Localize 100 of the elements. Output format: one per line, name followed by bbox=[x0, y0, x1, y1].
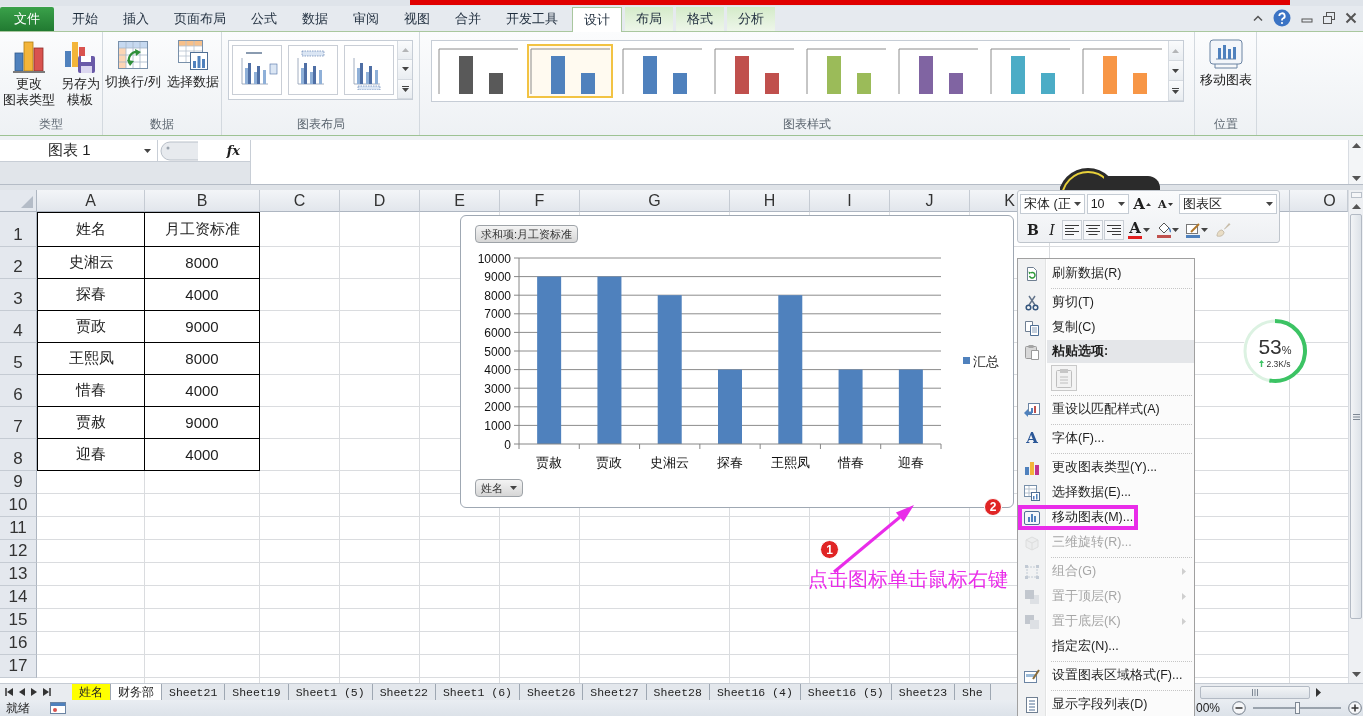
ribbon-button[interactable]: 另存为 模板 bbox=[58, 37, 102, 111]
font-size-dropdown[interactable]: 10 bbox=[1086, 194, 1129, 214]
field-button[interactable]: 求和项:月工资标准 bbox=[475, 225, 579, 243]
menu-item[interactable]: 指定宏(N)... bbox=[1018, 634, 1194, 659]
font-color-button[interactable]: A bbox=[1125, 220, 1153, 240]
macro-record-icon[interactable] bbox=[50, 702, 66, 714]
group-label: 类型 bbox=[38, 116, 64, 133]
sheet-tab[interactable]: Sheet27 bbox=[583, 684, 647, 700]
ribbon-tab[interactable]: 数据 bbox=[291, 7, 339, 31]
fill-color-button[interactable] bbox=[1154, 220, 1182, 240]
font-name-dropdown[interactable]: 宋体 (正 bbox=[1020, 194, 1085, 214]
menu-item[interactable]: 刷新数据(R) bbox=[1018, 261, 1194, 286]
ribbon-button[interactable]: 移动图表 bbox=[1197, 37, 1254, 91]
menu-item[interactable]: 选择数据(E)... bbox=[1018, 480, 1194, 505]
bar[interactable] bbox=[838, 369, 863, 444]
previous-sheet-icon[interactable] bbox=[19, 688, 25, 696]
restore-icon[interactable] bbox=[1323, 12, 1335, 24]
zoom-in-icon[interactable] bbox=[1348, 701, 1362, 715]
ribbon-tab[interactable]: 开发工具 bbox=[495, 7, 569, 31]
caret-up-icon[interactable] bbox=[1253, 15, 1263, 21]
vertical-scrollbar[interactable] bbox=[1348, 190, 1363, 683]
bar[interactable] bbox=[597, 276, 622, 444]
bold-button[interactable]: B bbox=[1024, 220, 1042, 240]
zoom-level[interactable]: 00% bbox=[1196, 701, 1228, 715]
sheet-tab[interactable]: Sheet21 bbox=[162, 684, 226, 700]
chart-element-dropdown[interactable]: 图表区 bbox=[1179, 194, 1277, 214]
italic-button[interactable]: I bbox=[1043, 220, 1061, 240]
menu-item[interactable]: 重设以匹配样式(A) bbox=[1018, 397, 1194, 422]
name-box[interactable]: 图表 1 bbox=[0, 140, 158, 161]
ribbon-button[interactable]: 切换行/列 bbox=[103, 37, 163, 93]
sheet-tab[interactable]: 姓名 bbox=[72, 684, 111, 700]
ribbon-button[interactable]: 选择数据 bbox=[164, 37, 221, 93]
ribbon-tab[interactable]: 格式 bbox=[676, 7, 724, 31]
sheet-tab[interactable]: 财务部 bbox=[111, 684, 162, 700]
ribbon-tab[interactable]: 文件 bbox=[0, 7, 54, 31]
arrow-up-icon[interactable] bbox=[1351, 143, 1361, 148]
arrow-right-icon[interactable] bbox=[1316, 687, 1321, 697]
chart-layout-option[interactable] bbox=[232, 45, 282, 95]
arrow-down-icon[interactable] bbox=[1351, 672, 1361, 677]
last-sheet-icon[interactable] bbox=[43, 688, 51, 696]
gallery-more-button[interactable] bbox=[1168, 81, 1183, 101]
slider-thumb[interactable] bbox=[1295, 702, 1300, 714]
formula-bar-scroll[interactable] bbox=[1348, 140, 1363, 184]
ribbon-tab[interactable]: 视图 bbox=[393, 7, 441, 31]
ribbon-tab[interactable]: 开始 bbox=[61, 7, 109, 31]
ribbon-tab[interactable]: 公式 bbox=[240, 7, 288, 31]
menu-item[interactable]: 剪切(T) bbox=[1018, 290, 1194, 315]
ribbon-tab[interactable]: 合并 bbox=[444, 7, 492, 31]
ribbon-tab[interactable]: 插入 bbox=[112, 7, 160, 31]
bar[interactable] bbox=[537, 276, 562, 444]
align-right-button[interactable] bbox=[1104, 220, 1124, 240]
ribbon-tab[interactable]: 布局 bbox=[625, 7, 673, 31]
row-header: 9 bbox=[0, 471, 37, 494]
field-dropdown-button[interactable]: 姓名 bbox=[475, 479, 523, 497]
next-sheet-icon[interactable] bbox=[31, 688, 37, 696]
sheet-tab[interactable]: Sheet28 bbox=[646, 684, 710, 700]
gallery-more-button[interactable] bbox=[398, 79, 412, 99]
sheet-tab[interactable]: Sheet16 (4) bbox=[709, 684, 801, 700]
ribbon-tab[interactable]: 设计 bbox=[572, 7, 622, 32]
menu-item[interactable]: 复制(C) bbox=[1018, 315, 1194, 340]
sheet-tab[interactable]: Sheet19 bbox=[225, 684, 289, 700]
menu-item[interactable]: 显示字段列表(D) bbox=[1018, 692, 1194, 716]
menu-item[interactable]: 更改图表类型(Y)... bbox=[1018, 455, 1194, 480]
sheet-tab[interactable]: Sheet26 bbox=[519, 684, 584, 700]
sheet-tab[interactable]: Sheet16 (5) bbox=[800, 684, 892, 700]
chart-layout-option[interactable] bbox=[288, 45, 338, 95]
insert-function-button[interactable]: fx bbox=[222, 143, 244, 158]
sheet-tab[interactable]: She bbox=[955, 684, 991, 700]
first-sheet-icon[interactable] bbox=[5, 688, 13, 696]
close-icon[interactable] bbox=[1345, 12, 1357, 24]
sheet-tab[interactable]: Sheet1 (6) bbox=[435, 684, 520, 700]
bar[interactable] bbox=[657, 295, 682, 444]
dropdown-caret-icon[interactable] bbox=[144, 148, 151, 153]
sheet-tab[interactable]: Sheet22 bbox=[372, 684, 436, 700]
scrollbar-thumb[interactable] bbox=[1200, 685, 1310, 699]
sheet-tab[interactable]: Sheet1 (5) bbox=[288, 684, 373, 700]
chart-layout-option[interactable] bbox=[344, 45, 394, 95]
align-center-button[interactable] bbox=[1083, 220, 1103, 240]
bar[interactable] bbox=[778, 295, 803, 444]
ribbon-tab[interactable]: 分析 bbox=[727, 7, 775, 31]
scrollbar-thumb[interactable] bbox=[1350, 214, 1362, 619]
ribbon-tab[interactable]: 审阅 bbox=[342, 7, 390, 31]
menu-item[interactable]: A 字体(F)... bbox=[1018, 426, 1194, 451]
shrink-font-button[interactable]: A bbox=[1155, 194, 1176, 214]
zoom-out-icon[interactable] bbox=[1232, 701, 1246, 715]
ribbon-button[interactable]: 更改 图表类型 bbox=[0, 37, 57, 111]
gallery-down-button[interactable] bbox=[1168, 61, 1183, 81]
sheet-tab[interactable]: Sheet23 bbox=[891, 684, 956, 700]
help-icon[interactable] bbox=[1273, 9, 1291, 27]
align-left-button[interactable] bbox=[1062, 220, 1082, 240]
grow-font-button[interactable]: A bbox=[1130, 194, 1154, 214]
table-cell: 王熙凤 bbox=[37, 343, 145, 375]
arrow-up-icon[interactable] bbox=[1351, 204, 1361, 209]
arrow-down-icon[interactable] bbox=[1351, 176, 1361, 181]
menu-item[interactable]: 移动图表(M)... bbox=[1018, 505, 1194, 530]
gallery-down-button[interactable] bbox=[398, 60, 412, 80]
bar[interactable] bbox=[898, 369, 923, 444]
paint-bucket-icon bbox=[1157, 222, 1171, 235]
outline-color-button[interactable] bbox=[1183, 220, 1211, 240]
ribbon-tab[interactable]: 页面布局 bbox=[163, 7, 237, 31]
